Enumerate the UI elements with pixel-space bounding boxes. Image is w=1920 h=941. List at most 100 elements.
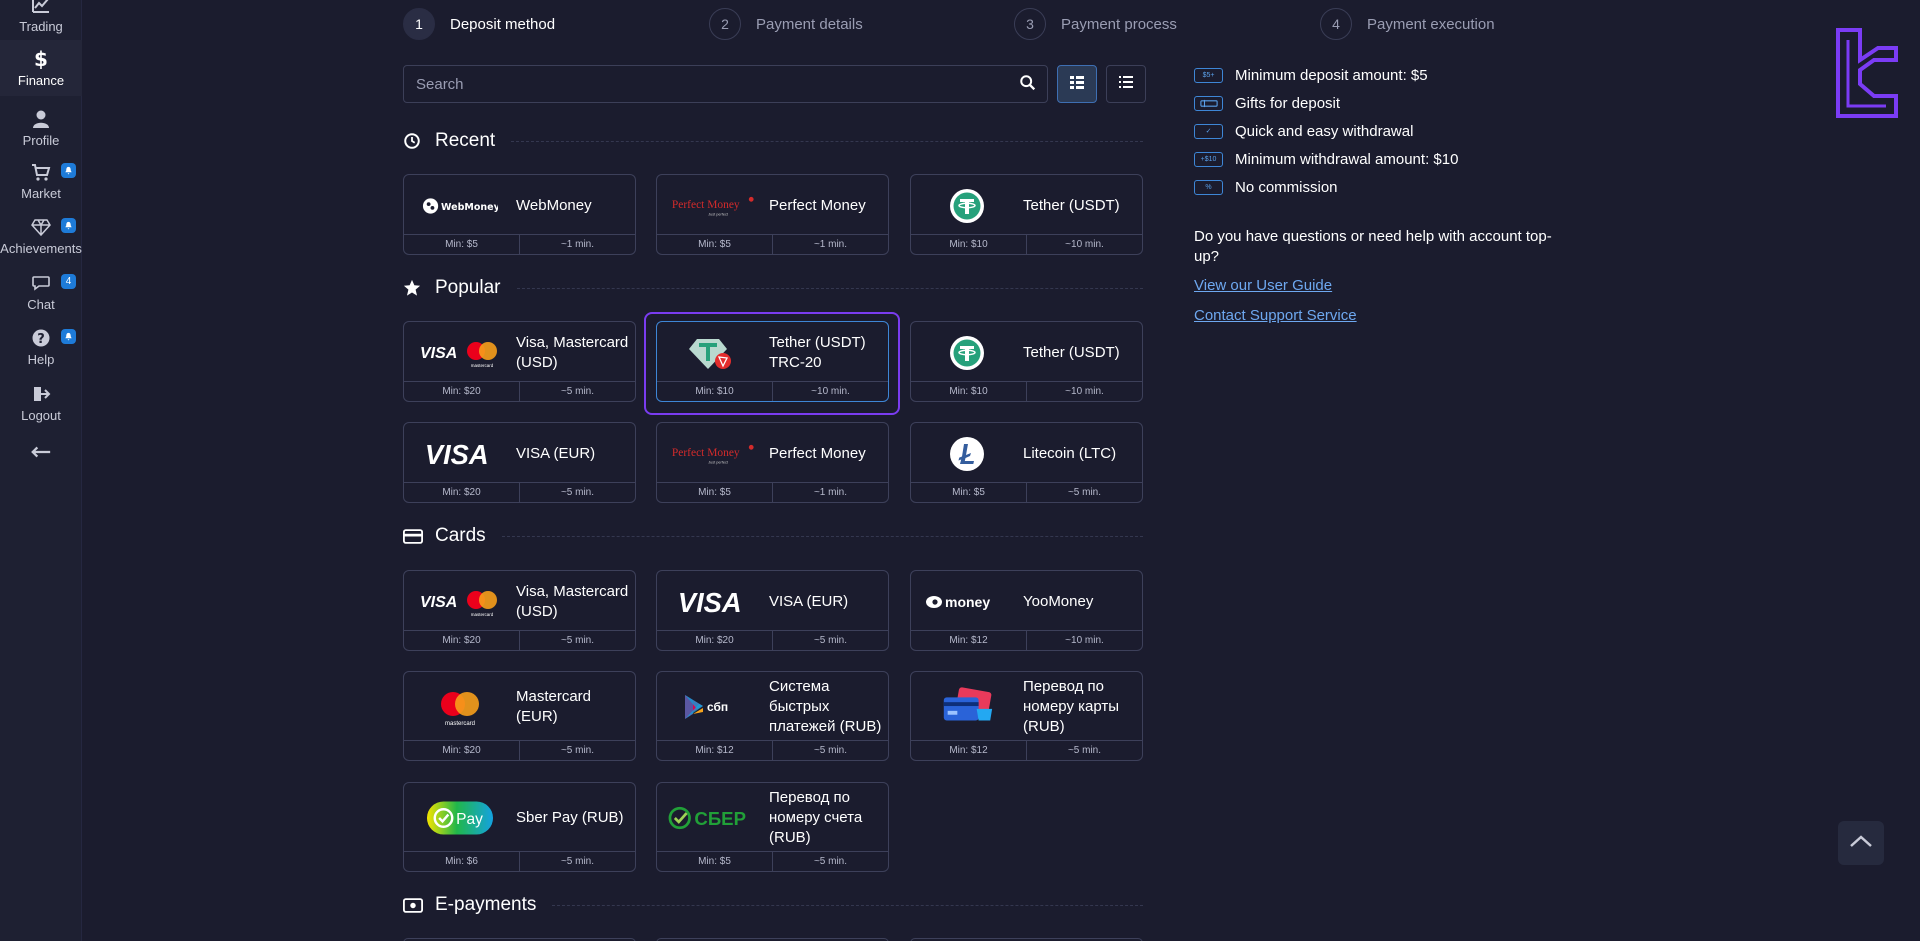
list-icon [1118, 74, 1134, 95]
method-name: VISA (EUR) [769, 592, 849, 610]
step-payment-details: 2 Payment details [709, 8, 863, 40]
payment-card-visa-eur[interactable]: VISA VISA (EUR) Min: $20 ~5 min. [656, 570, 889, 651]
section-title: E-payments [435, 894, 537, 915]
user-guide-link[interactable]: View our User Guide [1194, 277, 1332, 294]
search-input[interactable] [404, 66, 1047, 102]
sidebar-item-help[interactable]: ? Help [0, 321, 82, 373]
payment-card-sbp[interactable]: сбп Система быстрых платежей (RUB) Min: … [656, 671, 889, 761]
payment-card-sber-pay[interactable]: Pay Sber Pay (RUB) Min: $6 ~5 min. [403, 782, 636, 872]
payment-card-perfect-money[interactable]: Perfect Money Just perfect Perfect Money … [656, 174, 889, 255]
logo-text: Perfect Money [672, 198, 740, 210]
sidebar-item-label: Market [21, 186, 61, 201]
chart-line-icon [30, 0, 52, 16]
withdrawal-badge-icon: +$10 [1194, 151, 1223, 167]
min-amount: Min: $20 [404, 483, 520, 502]
payment-card-tether-trc20[interactable]: Tether (USDT) TRC-20 Min: $10 ~10 min. [656, 321, 889, 402]
payment-card-visa-mastercard-usd[interactable]: VISA mastercard Visa, Mastercard (USD) Mi… [403, 570, 636, 651]
step-number: 3 [1014, 8, 1046, 40]
processing-time: ~1 min. [560, 239, 595, 250]
method-name: Перевод по номеру карты (RUB) [1023, 678, 1120, 735]
payment-card-webmoney[interactable]: WebMoney WebMoney Min: $5 ~1 min. [403, 174, 636, 255]
min-amount: Min: $20 [404, 741, 520, 760]
min-amount: Min: $12 [911, 741, 1027, 760]
sidebar-item-label: Finance [17, 73, 65, 88]
feature-min-deposit: $5+ Minimum deposit amount: $5 [1194, 64, 1428, 86]
deposit-badge-icon: $5+ [1194, 67, 1223, 83]
perfect-money-logo: Perfect Money Just perfect [657, 175, 769, 236]
step-payment-process: 3 Payment process [1014, 8, 1177, 40]
sidebar-item-label: Achievements [0, 241, 82, 256]
svg-text:?: ? [37, 332, 45, 347]
payment-card-card-transfer[interactable]: Перевод по номеру карты (RUB) Min: $12 ~5… [910, 671, 1143, 761]
scroll-top-button[interactable] [1838, 821, 1884, 865]
sidebar-item-market[interactable]: Market [0, 155, 82, 207]
logo-text: СБЕР [694, 808, 746, 829]
method-name: Tether (USDT) [1023, 196, 1120, 214]
method-name: Система быстрых платежей (RUB) [769, 678, 882, 735]
method-name: Perfect Money [769, 444, 866, 462]
grid-icon [1069, 74, 1085, 95]
step-number: 1 [403, 8, 435, 40]
gift-icon [1194, 95, 1223, 111]
perfect-money-logo: Perfect Money Just perfect [657, 423, 769, 484]
yoomoney-logo: money [911, 571, 1023, 632]
logo-text: money [945, 594, 990, 610]
contact-support-link[interactable]: Contact Support Service [1194, 307, 1357, 324]
section-title: Cards [435, 525, 486, 546]
check-icon: ✓ [1194, 123, 1223, 139]
processing-time: ~10 min. [811, 386, 850, 397]
payment-card-account-transfer[interactable]: СБЕР Перевод по номеру счета (RUB) Min: … [656, 782, 889, 872]
grid-view-button[interactable] [1057, 65, 1097, 103]
logo-text: VISA [420, 345, 457, 362]
tether-logo [911, 322, 1023, 383]
sidebar-item-logout[interactable]: Logout [0, 377, 82, 429]
payment-card-yoomoney[interactable]: money YooMoney Min: $12 ~10 min. [910, 570, 1143, 651]
sidebar-item-achievements[interactable]: Achievements [0, 210, 82, 262]
feature-gifts: Gifts for deposit [1194, 92, 1340, 114]
credit-card-icon [403, 526, 423, 546]
processing-time: ~5 min. [1067, 487, 1102, 498]
section-title: Recent [435, 130, 496, 151]
processing-time: ~5 min. [560, 856, 595, 867]
processing-time: ~5 min. [560, 487, 595, 498]
section-divider [511, 140, 1143, 142]
payment-card-visa-mastercard-usd[interactable]: VISA mastercard Visa, Mastercard (USD) Mi… [403, 321, 636, 402]
user-icon [30, 108, 52, 130]
payment-card-mastercard-eur[interactable]: mastercard Mastercard (EUR) Min: $20 ~5 m… [403, 671, 636, 761]
step-deposit-method: 1 Deposit method [403, 8, 555, 40]
min-amount: Min: $20 [404, 382, 520, 401]
logo-text: Perfect Money [672, 446, 740, 458]
sber-pay-logo: Pay [404, 783, 516, 853]
chevron-up-icon [1849, 834, 1873, 853]
section-title: Popular [435, 277, 501, 298]
processing-time: ~10 min. [1065, 386, 1104, 397]
list-view-button[interactable] [1106, 65, 1146, 103]
payment-card-tether-usdt[interactable]: Tether (USDT) Min: $10 ~10 min. [910, 321, 1143, 402]
method-name: Visa, Mastercard (USD) [516, 333, 629, 371]
min-amount: Min: $5 [404, 235, 520, 254]
sidebar-item-chat[interactable]: Chat 4 [0, 266, 82, 318]
clock-icon [403, 131, 423, 151]
payment-card-visa-eur[interactable]: VISA VISA (EUR) Min: $20 ~5 min. [403, 422, 636, 503]
method-name: Visa, Mastercard (USD) [516, 582, 629, 620]
arrow-left-icon[interactable] [26, 442, 56, 462]
search-icon[interactable] [1019, 74, 1039, 94]
payment-card-perfect-money[interactable]: Perfect Money Just perfect Perfect Money … [656, 422, 889, 503]
payment-card-tether-usdt[interactable]: Tether (USDT) Min: $10 ~10 min. [910, 174, 1143, 255]
logo-text: VISA [420, 594, 457, 611]
cash-icon [403, 895, 423, 915]
processing-time: ~10 min. [1065, 239, 1104, 250]
sidebar-item-trading[interactable]: Trading [0, 0, 82, 40]
logo-text: VISA [425, 439, 489, 469]
logo-text: VISA [678, 587, 742, 617]
processing-time: ~1 min. [813, 239, 848, 250]
visa-logo: VISA [657, 571, 769, 632]
dollar-icon: $ [30, 48, 52, 70]
mastercard-logo: mastercard [404, 672, 516, 742]
logo-tagline: Just perfect [708, 460, 729, 464]
payment-card-litecoin[interactable]: Litecoin (LTC) Min: $5 ~5 min. [910, 422, 1143, 503]
sidebar-item-finance[interactable]: $ Finance [0, 40, 82, 96]
processing-time: ~5 min. [813, 635, 848, 646]
sidebar-item-profile[interactable]: Profile [0, 102, 82, 154]
section-recent: Recent [403, 128, 1143, 154]
